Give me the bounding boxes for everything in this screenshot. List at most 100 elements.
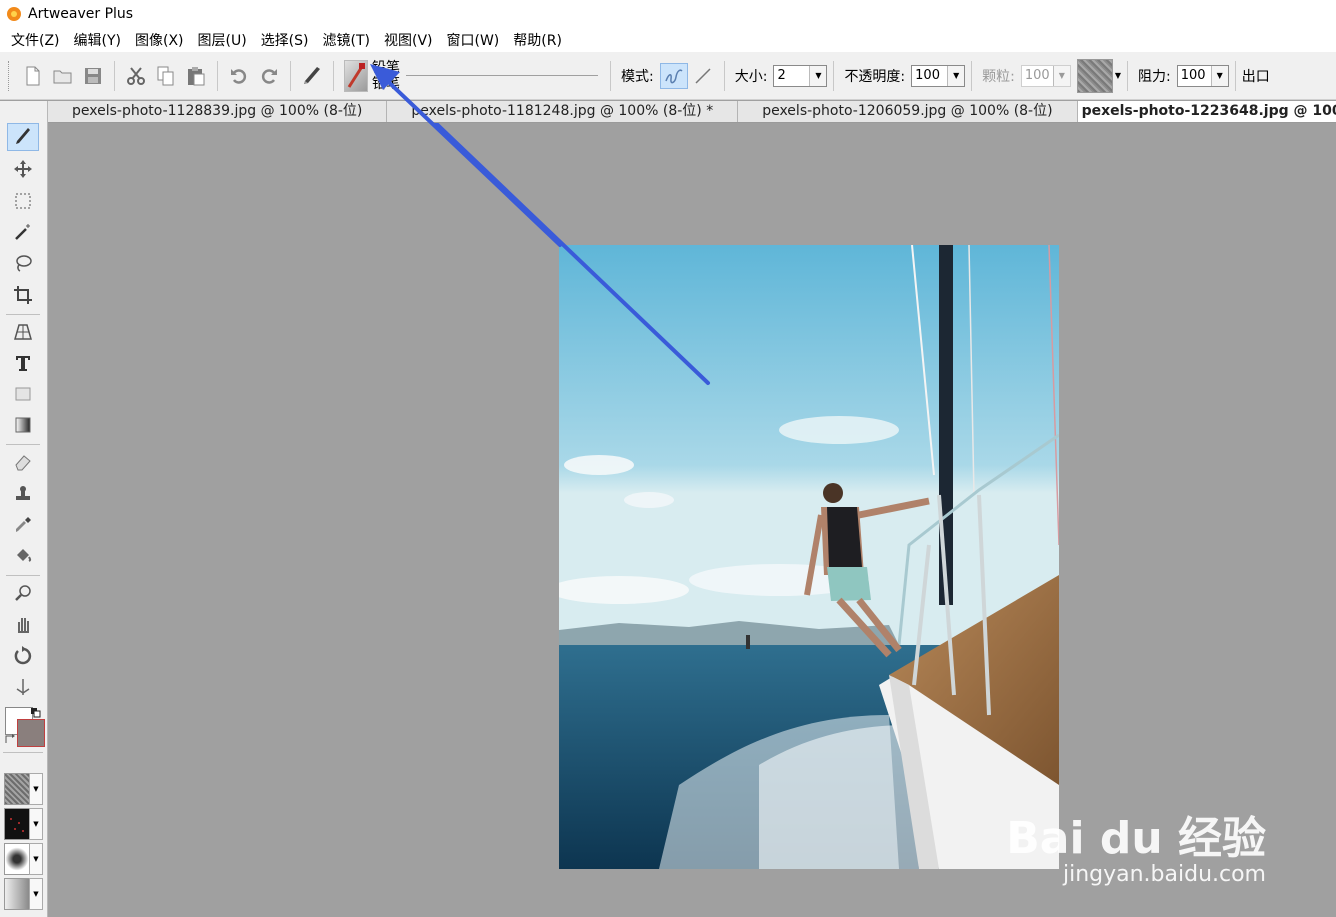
toolbar-separator bbox=[217, 60, 218, 91]
cut-scissors-icon[interactable] bbox=[124, 64, 148, 88]
tool-crop[interactable] bbox=[7, 281, 39, 309]
opacity-dropdown[interactable]: 100 ▼ bbox=[911, 64, 966, 87]
tool-zoom[interactable] bbox=[7, 579, 39, 607]
toolbar-separator bbox=[1234, 60, 1236, 91]
toolbox-separator bbox=[3, 752, 43, 753]
chevron-down-icon[interactable]: ▼ bbox=[29, 878, 43, 910]
tool-mirror-painting[interactable] bbox=[7, 673, 39, 701]
freehand-stroke-icon bbox=[665, 69, 683, 83]
mode-freehand-button[interactable] bbox=[659, 62, 688, 89]
open-folder-icon[interactable] bbox=[51, 64, 75, 88]
mode-line-button[interactable] bbox=[691, 64, 715, 88]
toolbar-separator bbox=[1127, 60, 1129, 91]
chevron-down-icon: ▼ bbox=[1052, 65, 1070, 86]
artweaver-logo-icon bbox=[7, 7, 21, 21]
app-title: Artweaver Plus bbox=[28, 6, 134, 22]
brush-icon bbox=[16, 128, 30, 144]
tool-lasso[interactable] bbox=[7, 249, 39, 277]
gradient-icon bbox=[15, 417, 31, 433]
size-dropdown[interactable]: 2 ▼ bbox=[773, 64, 828, 87]
menu-edit[interactable]: 编辑(Y) bbox=[67, 30, 128, 50]
move-arrows-icon bbox=[14, 160, 32, 178]
chevron-down-icon: ▼ bbox=[947, 65, 965, 86]
chevron-down-icon: ▼ bbox=[1210, 65, 1228, 86]
options-toolbar: 铅笔 铅笔 模式: 大小: 2 ▼ 不透明度: 100 ▼ 颗粒: 100 ▼ … bbox=[0, 52, 1336, 100]
output-label: 出口 bbox=[1241, 68, 1270, 85]
tool-paint-bucket[interactable] bbox=[7, 542, 39, 570]
opacity-label: 不透明度: bbox=[844, 68, 906, 85]
tool-text[interactable] bbox=[7, 349, 39, 377]
tab-document-3[interactable]: pexels-photo-1206059.jpg @ 100% (8-位) bbox=[738, 101, 1078, 122]
background-color-swatch[interactable] bbox=[17, 719, 45, 747]
brush-tool-icon[interactable] bbox=[300, 64, 324, 88]
copy-icon[interactable] bbox=[154, 64, 178, 88]
brush-variant-label: 铅笔 bbox=[372, 75, 400, 92]
tool-move[interactable] bbox=[7, 155, 39, 183]
resistance-label: 阻力: bbox=[1138, 68, 1171, 85]
watermark-main-text: Bai du 经验 bbox=[1006, 813, 1266, 864]
chevron-down-icon[interactable]: ▼ bbox=[29, 843, 43, 875]
tool-rotate[interactable] bbox=[7, 641, 39, 669]
menu-layer[interactable]: 图层(U) bbox=[191, 30, 254, 50]
tool-eraser[interactable] bbox=[7, 448, 39, 476]
default-colors-icon[interactable] bbox=[31, 707, 41, 718]
paper-texture-swatch[interactable] bbox=[1076, 58, 1113, 93]
save-disk-icon[interactable] bbox=[81, 64, 105, 88]
crop-icon bbox=[14, 286, 32, 304]
redo-icon[interactable] bbox=[257, 64, 281, 88]
chevron-down-icon: ▼ bbox=[809, 65, 827, 86]
document-canvas-photo[interactable] bbox=[559, 245, 1059, 869]
toolbar-separator bbox=[833, 60, 835, 91]
new-file-icon[interactable] bbox=[21, 64, 45, 88]
tab-document-4-active[interactable]: pexels-photo-1223648.jpg @ 100% (8-位) bbox=[1077, 101, 1336, 122]
menu-window[interactable]: 窗口(W) bbox=[440, 30, 507, 50]
swap-colors-icon[interactable] bbox=[4, 733, 16, 745]
mode-label: 模式: bbox=[621, 68, 654, 85]
brush-preset-thumbnail[interactable] bbox=[344, 59, 368, 92]
size-label: 大小: bbox=[734, 68, 768, 85]
lasso-icon bbox=[16, 255, 32, 272]
tool-brush[interactable] bbox=[7, 123, 39, 151]
toolbar-separator bbox=[971, 60, 973, 91]
menu-select[interactable]: 选择(S) bbox=[254, 30, 316, 50]
brush-preset-name[interactable]: 铅笔 铅笔 bbox=[372, 60, 400, 92]
menu-help[interactable]: 帮助(R) bbox=[506, 30, 569, 50]
tab-document-1[interactable]: pexels-photo-1128839.jpg @ 100% (8-位) bbox=[48, 101, 388, 122]
resistance-dropdown[interactable]: 100 ▼ bbox=[1176, 64, 1229, 87]
gradient-picker[interactable] bbox=[4, 878, 30, 910]
toolbar-separator bbox=[723, 60, 725, 91]
mirror-symmetry-icon bbox=[16, 679, 30, 695]
eyedropper-icon bbox=[16, 517, 31, 532]
tool-clone-stamp[interactable] bbox=[7, 480, 39, 508]
undo-icon[interactable] bbox=[227, 64, 251, 88]
toolbar-separator bbox=[610, 60, 611, 91]
chevron-down-icon[interactable]: ▼ bbox=[29, 773, 43, 805]
paste-clipboard-icon[interactable] bbox=[184, 64, 208, 88]
paper-texture-picker[interactable] bbox=[4, 773, 30, 805]
grain-dropdown[interactable]: 100 ▼ bbox=[1020, 64, 1071, 87]
menu-filter[interactable]: 滤镜(T) bbox=[316, 30, 377, 50]
canvas-workspace[interactable]: Bai du 经验 jingyan.baidu.com bbox=[48, 123, 1336, 917]
baidu-watermark: Bai du 经验 jingyan.baidu.com bbox=[1006, 802, 1266, 887]
magic-wand-icon bbox=[15, 224, 30, 240]
sailboat-photo-image bbox=[559, 245, 1059, 869]
tool-hand[interactable] bbox=[7, 610, 39, 638]
tab-document-2[interactable]: pexels-photo-1181248.jpg @ 100% (8-位) * bbox=[387, 101, 739, 122]
menu-file[interactable]: 文件(Z) bbox=[4, 30, 67, 50]
brush-tip-picker[interactable] bbox=[4, 843, 30, 875]
chevron-down-icon[interactable]: ▼ bbox=[29, 808, 43, 840]
document-tabs: pexels-photo-1128839.jpg @ 100% (8-位) pe… bbox=[48, 101, 1336, 123]
tool-gradient[interactable] bbox=[7, 411, 39, 439]
brush-stamp-picker[interactable] bbox=[4, 808, 30, 840]
toolbox-separator bbox=[6, 444, 40, 445]
menu-view[interactable]: 视图(V) bbox=[377, 30, 440, 50]
chevron-down-icon[interactable]: ▼ bbox=[1115, 71, 1121, 80]
tool-magic-wand[interactable] bbox=[7, 218, 39, 246]
toolbar-separator bbox=[333, 60, 334, 91]
tool-eyedropper[interactable] bbox=[7, 511, 39, 539]
toolbar-grip[interactable] bbox=[8, 60, 12, 91]
menu-image[interactable]: 图像(X) bbox=[128, 30, 191, 50]
tool-rect-select[interactable] bbox=[7, 187, 39, 215]
tool-shape[interactable] bbox=[7, 380, 39, 408]
tool-perspective[interactable] bbox=[7, 318, 39, 346]
